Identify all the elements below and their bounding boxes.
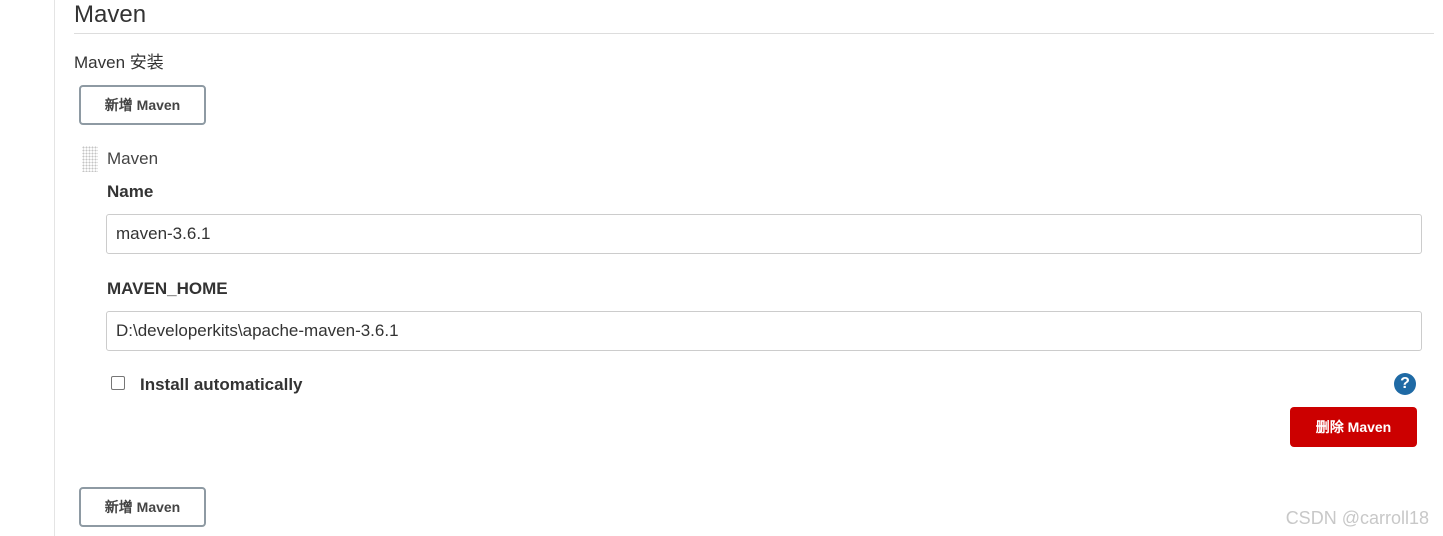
drag-handle-icon[interactable] [82, 146, 98, 172]
help-icon[interactable]: ? [1394, 373, 1416, 395]
install-automatically-label: Install automatically [140, 375, 303, 394]
name-input[interactable] [106, 214, 1422, 254]
installation-heading: Maven [107, 149, 159, 168]
add-maven-button-top[interactable]: 新增 Maven [79, 85, 206, 125]
install-automatically-checkbox[interactable] [111, 376, 125, 390]
section-title-divider [74, 33, 1434, 34]
maven-config-page: Maven Maven 安装 新增 Maven Maven Name MAVEN… [0, 0, 1443, 536]
maven-install-label: Maven 安装 [74, 53, 164, 72]
maven-home-label: MAVEN_HOME [107, 279, 228, 298]
section-title: Maven [74, 1, 147, 28]
add-maven-button-bottom[interactable]: 新增 Maven [79, 487, 206, 527]
maven-home-input[interactable] [106, 311, 1422, 351]
name-label: Name [107, 182, 154, 201]
delete-maven-button[interactable]: 删除 Maven [1290, 407, 1417, 447]
watermark: CSDN @carroll18 [1285, 508, 1429, 528]
left-divider [54, 0, 55, 536]
